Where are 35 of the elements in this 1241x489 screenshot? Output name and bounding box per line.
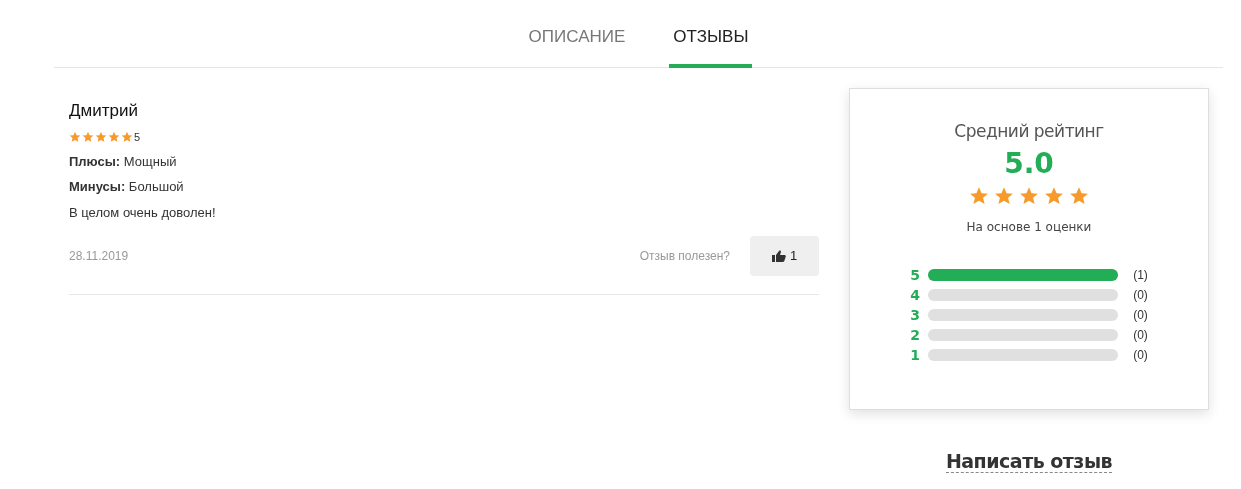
average-rating: 5.0 bbox=[1004, 146, 1054, 182]
rating-count: (0) bbox=[1133, 307, 1148, 324]
cons-text: Минусы: Большой bbox=[69, 178, 185, 196]
star-icon bbox=[1019, 186, 1039, 206]
rating-count: (0) bbox=[1133, 327, 1148, 344]
star-icon bbox=[82, 131, 94, 144]
star-icon bbox=[1069, 186, 1089, 206]
rating-count: (0) bbox=[1133, 347, 1148, 364]
star-icon bbox=[95, 131, 107, 144]
reviewer-name: Дмитрий bbox=[69, 99, 139, 122]
helpful-prompt: Отзыв полезен? bbox=[639, 248, 730, 265]
star-icon bbox=[1044, 186, 1064, 206]
star-level-label: 1 bbox=[910, 345, 921, 365]
star-icon bbox=[69, 131, 81, 144]
star-level-label: 3 bbox=[910, 305, 921, 325]
like-button[interactable]: 1 bbox=[750, 236, 819, 276]
pros-text: Плюсы: Мощный bbox=[69, 152, 178, 171]
review-date: 28.11.2019 bbox=[69, 248, 130, 265]
thumbs-up-icon bbox=[771, 250, 786, 262]
rating-count: (0) bbox=[1133, 287, 1148, 304]
star-icon bbox=[994, 186, 1014, 206]
star-level-label: 4 bbox=[910, 285, 921, 305]
comment-text: В целом очень доволен! bbox=[69, 203, 217, 222]
summary-title: Средний рейтинг bbox=[954, 119, 1104, 143]
star-level-label: 5 bbox=[910, 265, 921, 285]
star-icon bbox=[121, 131, 133, 144]
rating-count: (1) bbox=[1133, 267, 1148, 284]
tab[interactable]: ОТЗЫВЫ bbox=[669, 24, 753, 68]
rating-value: 5 bbox=[134, 130, 141, 145]
rating-basis: На основе 1 оценки bbox=[966, 219, 1092, 236]
star-icon bbox=[108, 131, 120, 144]
tab[interactable]: ОПИСАНИЕ bbox=[524, 24, 630, 68]
write-review-link[interactable]: Написать отзыв bbox=[945, 449, 1113, 473]
star-icon bbox=[969, 186, 989, 206]
star-level-label: 2 bbox=[910, 325, 921, 345]
